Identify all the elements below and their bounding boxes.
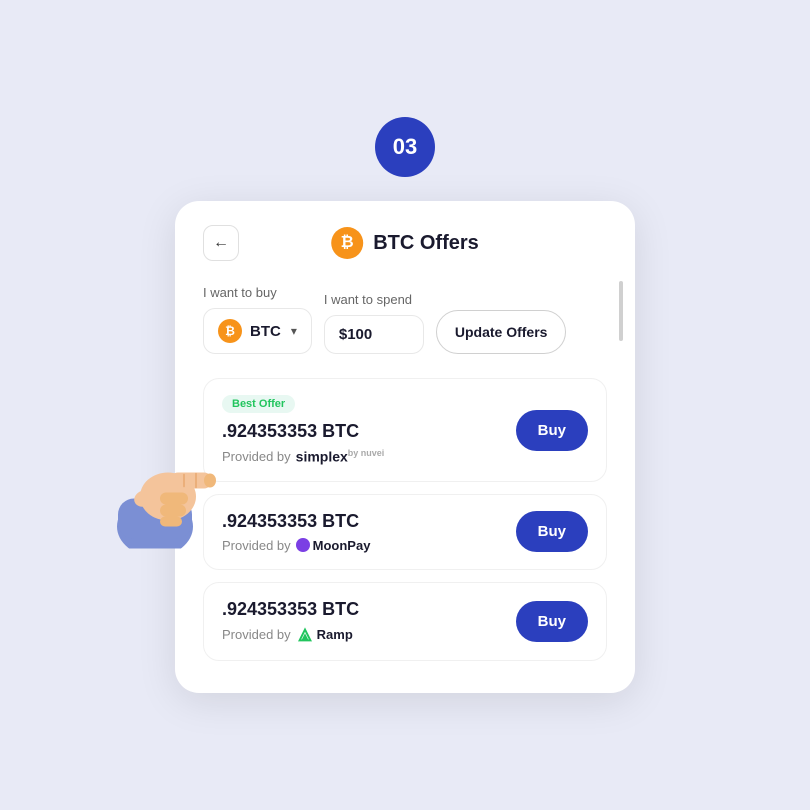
main-card: ← ₿ BTC Offers I want to buy ₿ BTC ▾ I w…	[175, 201, 635, 693]
offer-amount-1: .924353353 BTC	[222, 421, 384, 442]
offer-card-1: Best Offer .924353353 BTC Provided by si…	[203, 378, 607, 482]
buy-label: I want to buy	[203, 285, 312, 300]
step-badge: 03	[375, 117, 435, 177]
offer-provider-3: Provided by Ramp	[222, 626, 359, 644]
buy-control-group: I want to buy ₿ BTC ▾	[203, 285, 312, 354]
amount-input[interactable]	[324, 315, 424, 354]
chevron-down-icon: ▾	[291, 324, 297, 338]
offer-provider-2: Provided by MoonPay	[222, 538, 370, 553]
spend-control-group: I want to spend	[324, 292, 424, 354]
step-number: 03	[393, 134, 417, 160]
offer-amount-2: .924353353 BTC	[222, 511, 370, 532]
back-button[interactable]: ←	[203, 225, 239, 261]
page-container: 03 ←	[0, 0, 810, 810]
btc-header-icon: ₿	[331, 227, 363, 259]
offer-left-2: .924353353 BTC Provided by MoonPay	[222, 511, 370, 553]
update-offers-button[interactable]: Update Offers	[436, 310, 567, 354]
spend-label: I want to spend	[324, 292, 424, 307]
crypto-select-value: BTC	[250, 323, 281, 340]
best-offer-badge: Best Offer	[222, 395, 295, 413]
ramp-logo: Ramp	[296, 626, 353, 644]
crypto-select[interactable]: ₿ BTC ▾	[203, 308, 312, 354]
title-group: ₿ BTC Offers	[331, 227, 479, 259]
buy-button-3[interactable]: Buy	[516, 601, 588, 642]
offer-amount-3: .924353353 BTC	[222, 599, 359, 620]
card-header: ← ₿ BTC Offers	[203, 225, 607, 261]
offer-card-3: .924353353 BTC Provided by Ramp Bu	[203, 582, 607, 661]
simplex-logo: simplexby nuvei	[296, 448, 385, 465]
offer-left-3: .924353353 BTC Provided by Ramp	[222, 599, 359, 644]
offer-provider-1: Provided by simplexby nuvei	[222, 448, 384, 465]
offers-list: Best Offer .924353353 BTC Provided by si…	[203, 378, 607, 661]
offer-card-2: .924353353 BTC Provided by MoonPay Buy	[203, 494, 607, 570]
buy-button-2[interactable]: Buy	[516, 511, 588, 552]
controls-row: I want to buy ₿ BTC ▾ I want to spend Up…	[203, 285, 607, 354]
back-icon: ←	[213, 234, 229, 252]
buy-button-1[interactable]: Buy	[516, 410, 588, 451]
ramp-icon	[296, 626, 314, 644]
crypto-select-icon: ₿	[218, 319, 242, 343]
page-title: BTC Offers	[373, 232, 479, 255]
moonpay-logo: MoonPay	[296, 538, 371, 553]
moonpay-dot-icon	[296, 538, 310, 552]
offer-left-1: Best Offer .924353353 BTC Provided by si…	[222, 395, 384, 465]
